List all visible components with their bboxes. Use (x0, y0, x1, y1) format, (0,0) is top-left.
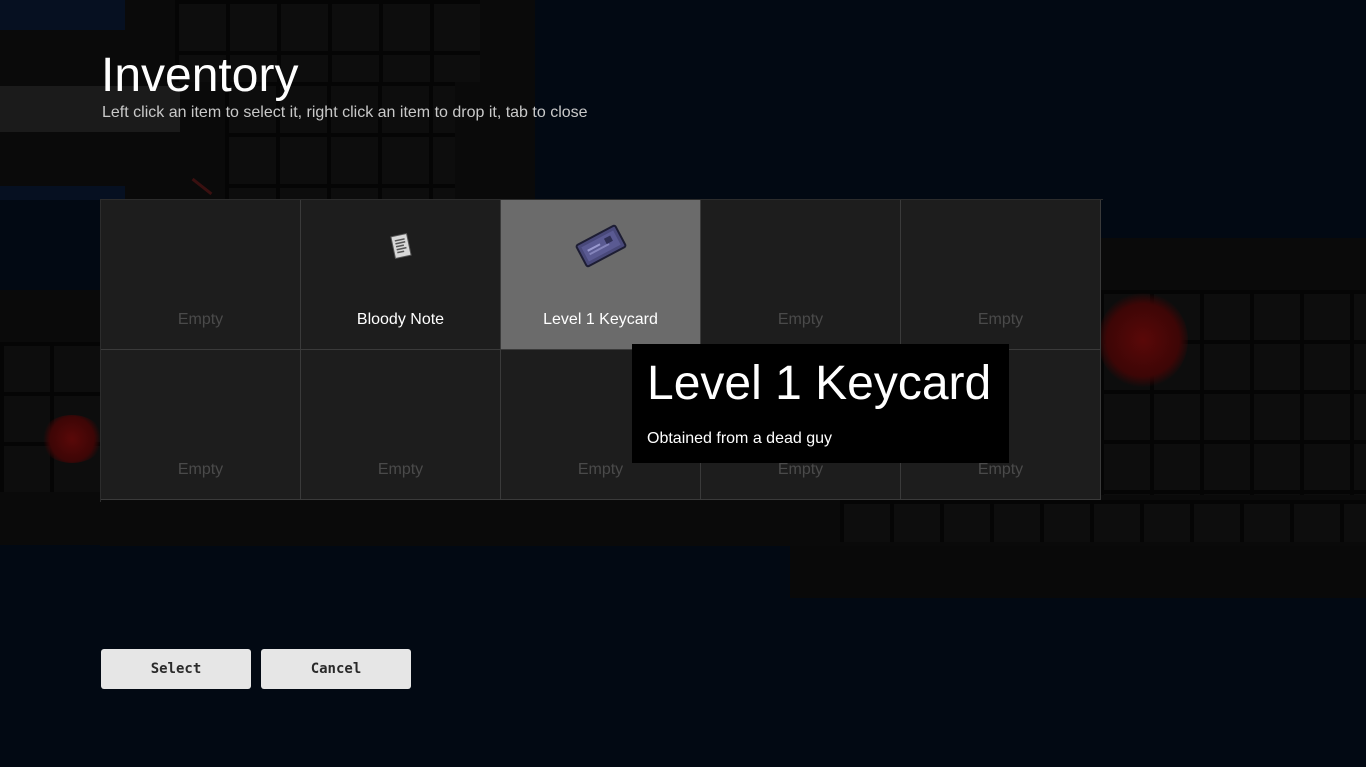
slot-label: Empty (977, 461, 1024, 478)
slot-label: Empty (377, 461, 424, 478)
inventory-slot-4[interactable]: Empty (701, 200, 901, 350)
tooltip-description: Obtained from a dead guy (647, 430, 833, 447)
slot-label: Empty (177, 461, 224, 478)
slot-label: Bloody Note (356, 311, 445, 328)
slot-label: Empty (777, 461, 824, 478)
inventory-slot-2[interactable]: Bloody Note (301, 200, 501, 350)
slot-label: Level 1 Keycard (543, 311, 658, 328)
inventory-slot-1[interactable]: Empty (101, 200, 301, 350)
cancel-button[interactable]: Cancel (261, 649, 411, 689)
blood-splatter (40, 415, 104, 463)
inventory-slot-5[interactable]: Empty (901, 200, 1101, 350)
inventory-slot-3[interactable]: Level 1 Keycard (501, 200, 701, 350)
slot-label: Empty (577, 461, 624, 478)
slot-label: Empty (177, 311, 224, 328)
tooltip-title: Level 1 Keycard (647, 357, 992, 410)
game-screen: Inventory Left click an item to select i… (0, 0, 1366, 767)
keycard-icon (575, 224, 626, 268)
inventory-slot-6[interactable]: Empty (101, 350, 301, 500)
select-button[interactable]: Select (101, 649, 251, 689)
slot-label: Empty (777, 311, 824, 328)
inventory-title: Inventory (101, 49, 299, 102)
inventory-slot-7[interactable]: Empty (301, 350, 501, 500)
item-tooltip: Level 1 Keycard Obtained from a dead guy (632, 344, 1009, 463)
slot-label: Empty (977, 311, 1024, 328)
inventory-instructions: Left click an item to select it, right c… (102, 104, 588, 121)
blood-splatter (1098, 292, 1188, 388)
note-icon (389, 232, 412, 260)
